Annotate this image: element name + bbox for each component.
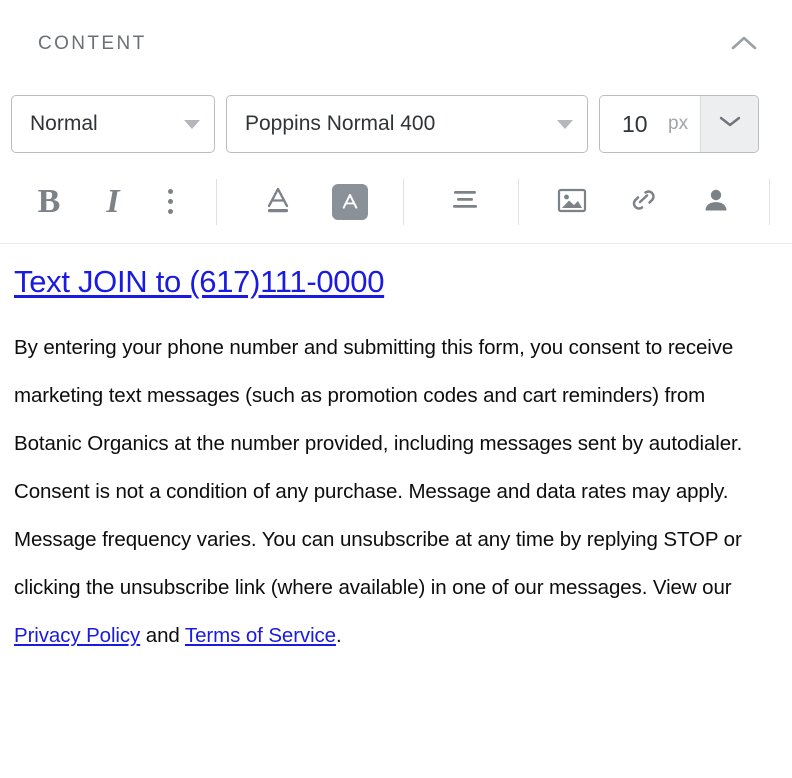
body-text-part2: and	[140, 624, 185, 648]
editor-toolbar: B I	[0, 160, 792, 244]
editor-heading-link[interactable]: Text JOIN to (617)111-0000	[14, 262, 778, 302]
toolbar-divider	[216, 178, 217, 225]
link-icon	[627, 185, 661, 218]
italic-icon: I	[106, 182, 120, 220]
font-family-value: Poppins Normal 400	[245, 112, 436, 135]
insert-link-button[interactable]	[617, 175, 671, 229]
triangle-down-icon	[184, 119, 200, 129]
highlight-color-icon	[332, 183, 368, 220]
content-panel-header: CONTENT	[0, 0, 792, 88]
highlight-color-button[interactable]	[323, 175, 377, 229]
font-size-stepper-button[interactable]	[700, 96, 758, 152]
person-icon	[700, 185, 732, 218]
terms-of-service-link[interactable]: Terms of Service	[185, 624, 336, 647]
image-icon	[555, 185, 589, 218]
insert-image-button[interactable]	[545, 175, 599, 229]
toolbar-divider	[518, 178, 519, 225]
paragraph-style-select[interactable]: Normal	[11, 95, 215, 153]
text-color-button[interactable]	[251, 175, 305, 229]
align-icon	[449, 187, 481, 216]
text-format-controls: Normal Poppins Normal 400 px	[0, 88, 792, 160]
editor-body-text: By entering your phone number and submit…	[14, 324, 778, 660]
font-size-unit: px	[668, 113, 689, 134]
more-options-button[interactable]	[150, 175, 190, 229]
triangle-down-icon	[557, 119, 573, 129]
content-editor[interactable]: Text JOIN to (617)111-0000 By entering y…	[0, 244, 792, 660]
merge-tag-button[interactable]	[689, 175, 743, 229]
toolbar-divider	[769, 178, 770, 225]
italic-button[interactable]: I	[86, 175, 140, 229]
privacy-policy-link[interactable]: Privacy Policy	[14, 624, 140, 647]
collapse-panel-button[interactable]	[722, 22, 766, 66]
chevron-down-icon	[718, 114, 742, 134]
font-size-field[interactable]: px	[599, 95, 759, 153]
paragraph-style-value: Normal	[30, 112, 98, 135]
font-size-input[interactable]	[622, 110, 656, 138]
bold-icon: B	[37, 182, 61, 220]
toolbar-divider	[403, 178, 404, 225]
chevron-up-icon	[731, 35, 757, 54]
bold-button[interactable]: B	[22, 175, 76, 229]
font-size-input-wrap[interactable]: px	[600, 96, 700, 152]
more-vertical-icon	[167, 189, 173, 214]
align-button[interactable]	[438, 175, 492, 229]
font-family-select[interactable]: Poppins Normal 400	[226, 95, 588, 153]
text-color-icon	[261, 183, 295, 220]
body-text-part3: .	[335, 624, 342, 648]
page-title: CONTENT	[38, 33, 147, 54]
body-text-part1: By entering your phone number and submit…	[14, 336, 743, 600]
